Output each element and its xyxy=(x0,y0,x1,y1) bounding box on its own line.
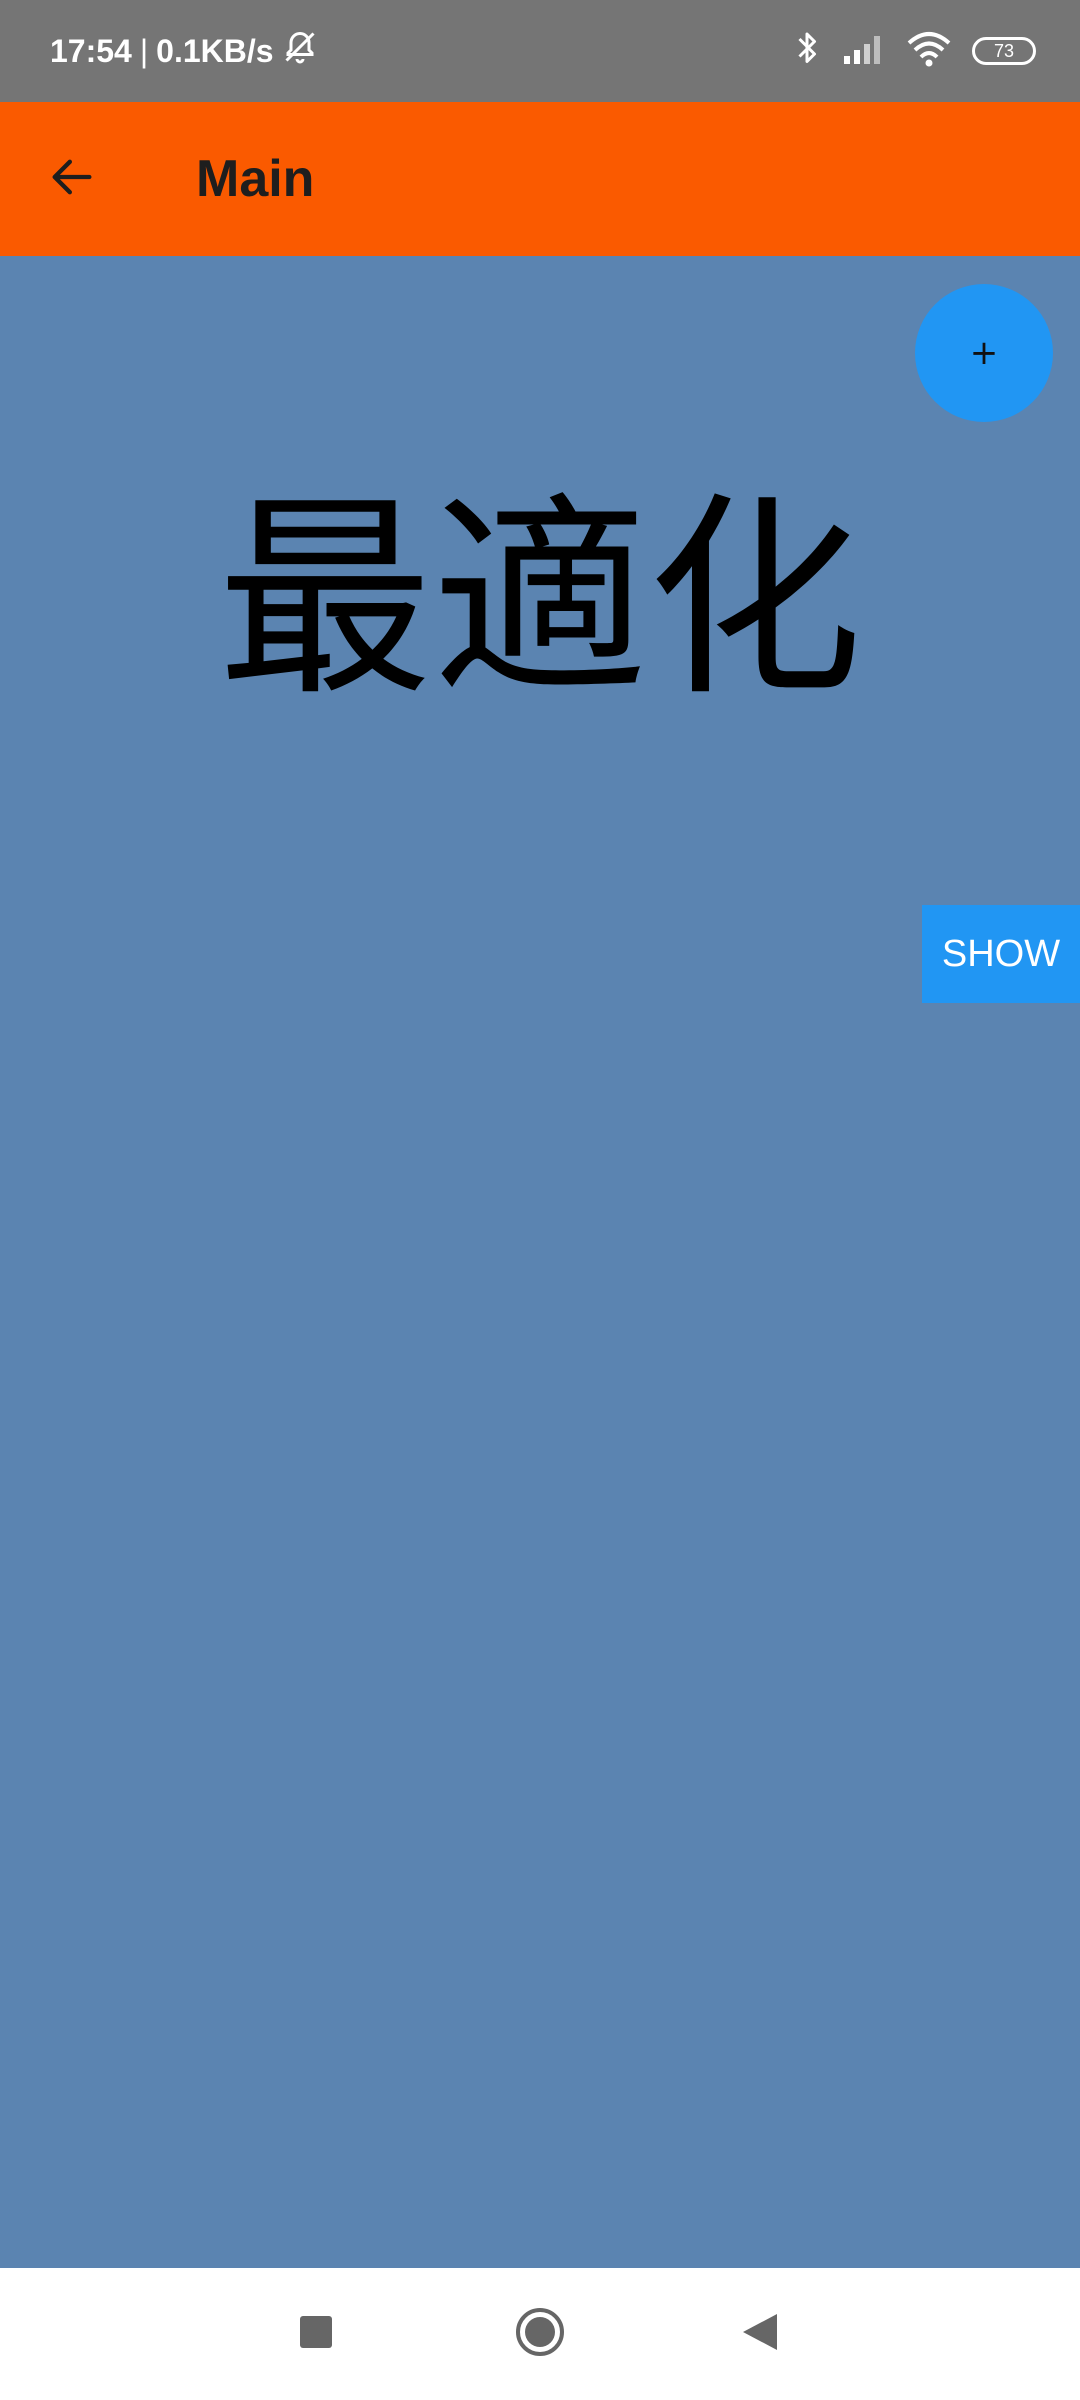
add-fab-button[interactable]: + xyxy=(915,284,1053,422)
status-separator: | xyxy=(139,32,149,69)
app-bar: Main xyxy=(0,102,1080,256)
home-button[interactable] xyxy=(490,2268,590,2400)
status-bar: 17:54 | 0.1KB/s 73 xyxy=(0,0,1080,102)
status-right: 73 xyxy=(792,0,1036,102)
show-button-label: SHOW xyxy=(941,932,1061,975)
network-speed: 0.1KB/s xyxy=(156,32,274,69)
back-button[interactable] xyxy=(36,143,108,215)
signal-icon xyxy=(842,32,886,70)
battery-icon: 73 xyxy=(972,37,1036,65)
main-heading: 最適化 xyxy=(217,474,863,725)
mute-notifications-icon xyxy=(282,29,318,73)
recent-apps-icon xyxy=(299,2315,333,2353)
recent-apps-button[interactable] xyxy=(266,2268,366,2400)
home-icon xyxy=(514,2306,566,2362)
show-button[interactable]: SHOW xyxy=(922,905,1080,1003)
wifi-icon xyxy=(906,31,952,71)
back-triangle-icon xyxy=(741,2312,779,2356)
system-nav-bar xyxy=(0,2268,1080,2400)
battery-level: 73 xyxy=(993,40,1015,61)
back-nav-button[interactable] xyxy=(710,2268,810,2400)
arrow-back-icon xyxy=(46,151,98,207)
bluetooth-icon xyxy=(792,29,822,73)
status-time: 17:54 xyxy=(50,32,132,69)
plus-label: + xyxy=(969,333,999,373)
status-left: 17:54 | 0.1KB/s xyxy=(50,0,318,102)
page-title: Main xyxy=(196,150,315,208)
